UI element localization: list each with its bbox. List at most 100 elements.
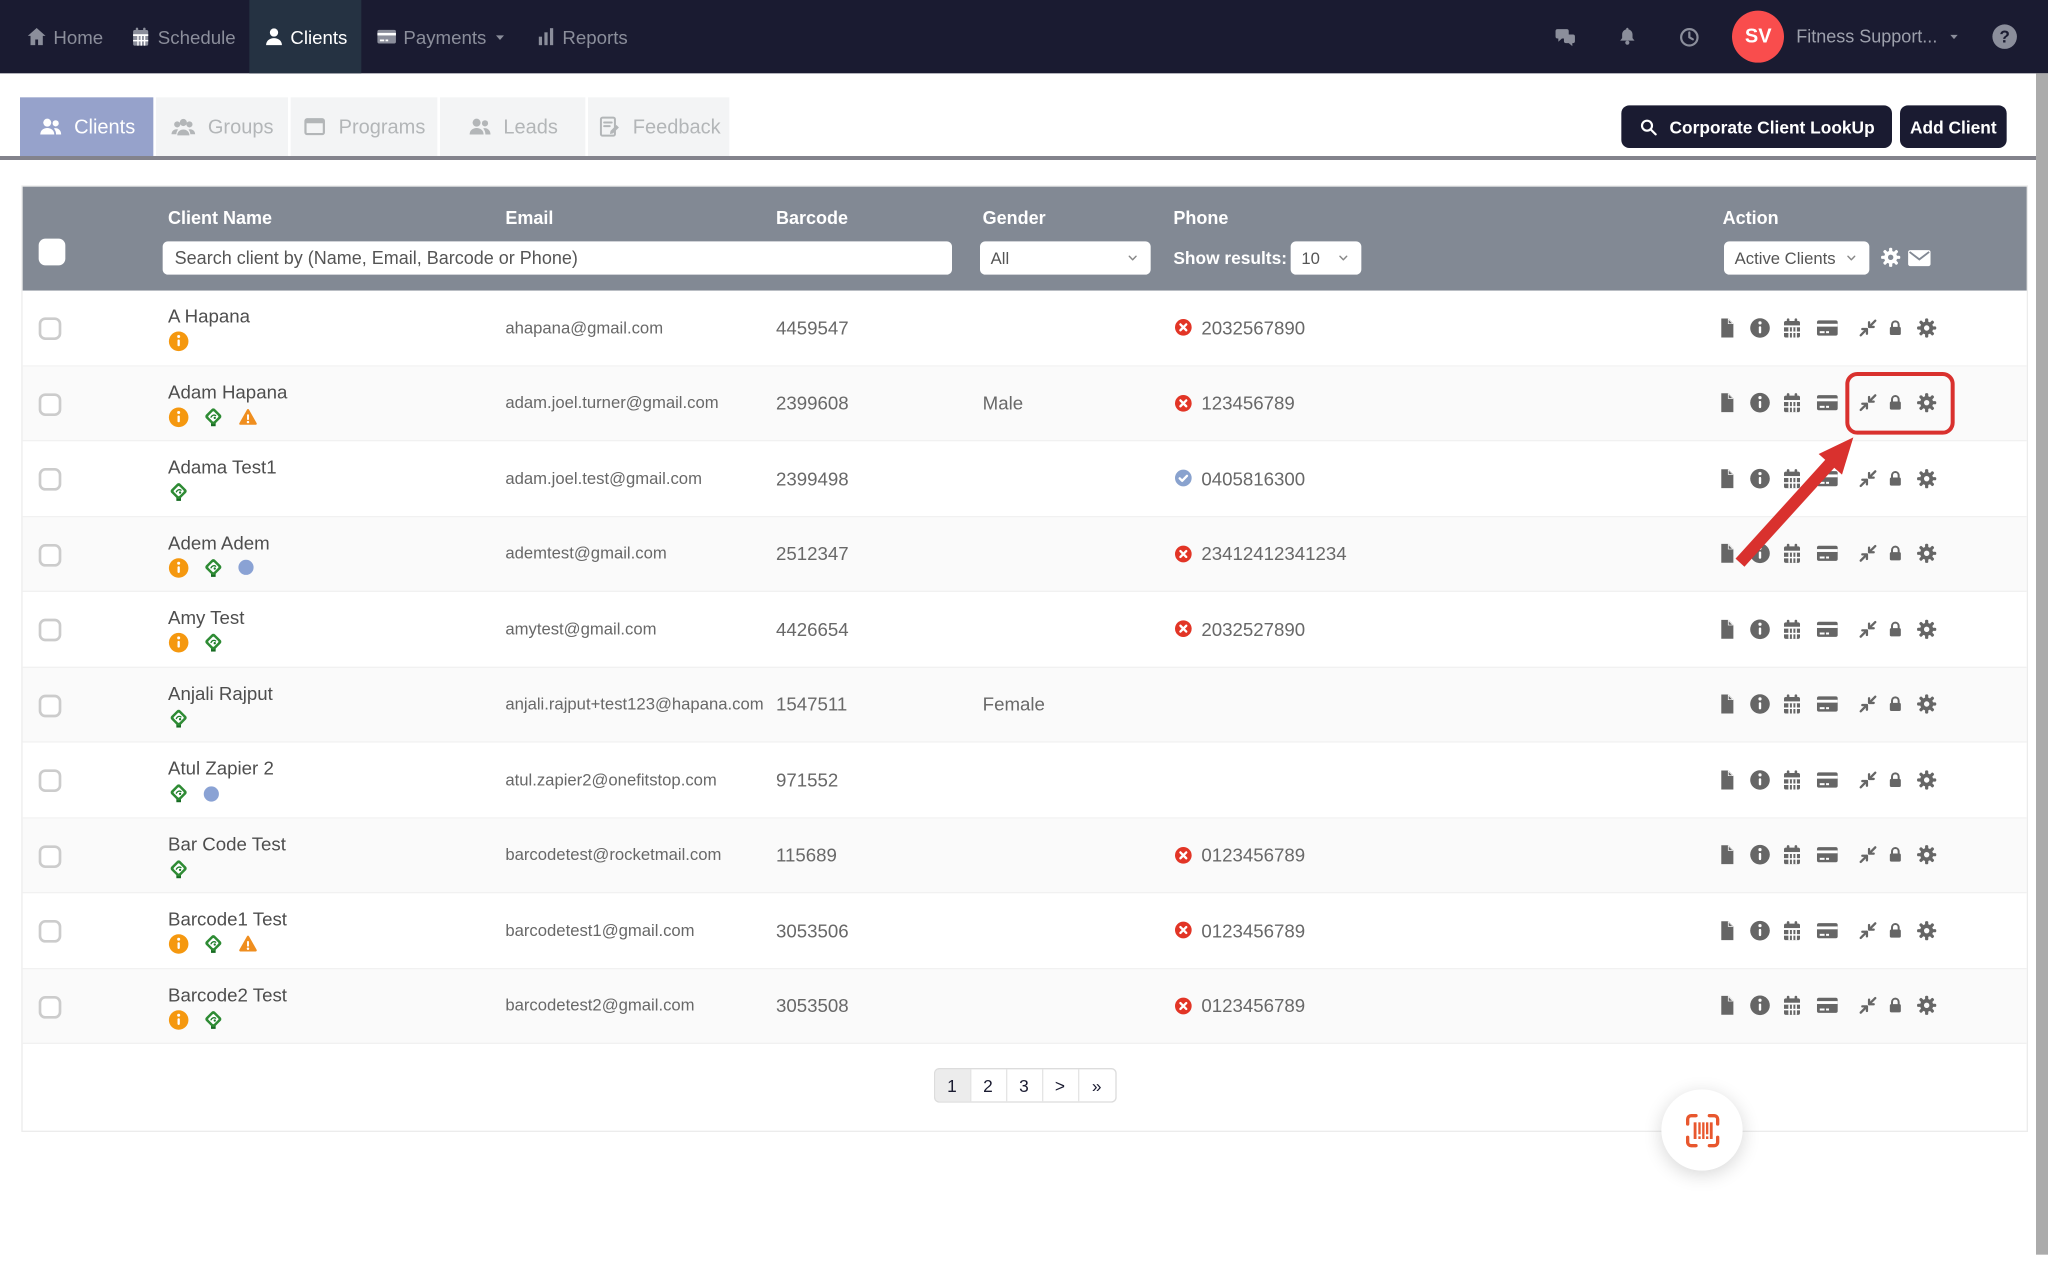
nav-item-clients[interactable]: Clients (249, 0, 361, 73)
clock-icon[interactable] (1678, 25, 1702, 49)
compress-icon[interactable] (1857, 995, 1878, 1016)
row-checkbox[interactable] (39, 694, 62, 717)
lock-icon[interactable] (1885, 919, 1905, 942)
info-icon[interactable] (1748, 391, 1772, 415)
nav-item-payments[interactable]: Payments (361, 0, 521, 73)
calendar-icon[interactable] (1780, 692, 1804, 716)
client-name[interactable]: Barcode2 Test (168, 983, 287, 1004)
compress-icon[interactable] (1857, 844, 1878, 865)
file-icon[interactable] (1716, 390, 1739, 415)
info-icon[interactable] (1748, 994, 1772, 1018)
file-icon[interactable] (1716, 541, 1739, 566)
row-checkbox[interactable] (39, 920, 62, 943)
nav-item-schedule[interactable]: Schedule (116, 0, 249, 73)
envelope-icon[interactable] (1905, 244, 1933, 272)
info-icon[interactable] (1748, 768, 1772, 792)
compress-icon[interactable] (1857, 543, 1878, 564)
calendar-icon[interactable] (1780, 994, 1804, 1018)
calendar-icon[interactable] (1780, 466, 1804, 490)
row-checkbox[interactable] (39, 845, 62, 868)
credit-card-icon[interactable] (1813, 842, 1841, 867)
file-icon[interactable] (1716, 616, 1739, 641)
compress-icon[interactable] (1857, 769, 1878, 790)
credit-card-icon[interactable] (1813, 767, 1841, 792)
lock-icon[interactable] (1885, 768, 1905, 791)
lock-icon[interactable] (1885, 844, 1905, 867)
client-name[interactable]: Adama Test1 (168, 456, 277, 477)
gear-icon[interactable] (1915, 768, 1939, 792)
nav-item-reports[interactable]: Reports (521, 0, 641, 73)
credit-card-icon[interactable] (1813, 993, 1841, 1018)
info-icon[interactable] (1748, 617, 1772, 641)
gear-icon[interactable] (1915, 316, 1939, 340)
gear-icon[interactable] (1915, 466, 1939, 490)
credit-card-icon[interactable] (1813, 466, 1841, 491)
client-name[interactable]: Adem Adem (168, 531, 270, 552)
tab-programs[interactable]: Programs (291, 97, 438, 156)
file-icon[interactable] (1716, 767, 1739, 792)
nav-item-home[interactable]: Home (12, 0, 116, 73)
gear-icon[interactable] (1915, 542, 1939, 566)
lock-icon[interactable] (1885, 316, 1905, 339)
user-name[interactable]: Fitness Support... (1796, 27, 1937, 47)
calendar-icon[interactable] (1780, 768, 1804, 792)
row-checkbox[interactable] (39, 769, 62, 792)
compress-icon[interactable] (1857, 317, 1878, 338)
compress-icon[interactable] (1857, 468, 1878, 489)
calendar-icon[interactable] (1780, 843, 1804, 867)
gender-filter-select[interactable]: All (980, 241, 1151, 274)
credit-card-icon[interactable] (1813, 390, 1841, 415)
caret-down-icon[interactable] (1947, 29, 1962, 44)
lock-icon[interactable] (1885, 994, 1905, 1017)
bell-icon[interactable] (1616, 25, 1639, 48)
client-name[interactable]: Barcode1 Test (168, 908, 287, 929)
gear-icon[interactable] (1915, 994, 1939, 1018)
row-checkbox[interactable] (39, 995, 62, 1018)
lock-icon[interactable] (1885, 542, 1905, 565)
client-name[interactable]: Anjali Rajput (168, 682, 273, 703)
info-icon[interactable] (1748, 918, 1772, 942)
page-1-button[interactable]: 1 (935, 1069, 971, 1101)
barcode-scan-fab[interactable] (1661, 1089, 1742, 1170)
tab-leads[interactable]: Leads (440, 97, 585, 156)
file-icon[interactable] (1716, 918, 1739, 943)
row-checkbox[interactable] (39, 317, 62, 340)
lock-icon[interactable] (1885, 467, 1905, 490)
gear-icon[interactable] (1915, 918, 1939, 942)
avatar[interactable]: SV (1732, 11, 1784, 63)
compress-icon[interactable] (1857, 694, 1878, 715)
calendar-icon[interactable] (1780, 391, 1804, 415)
client-name[interactable]: Atul Zapier 2 (168, 757, 274, 778)
file-icon[interactable] (1716, 466, 1739, 491)
add-client-button[interactable]: Add Client (1900, 105, 2007, 148)
corporate-client-lookup-button[interactable]: Corporate Client LookUp (1622, 105, 1892, 148)
compress-icon[interactable] (1857, 920, 1878, 941)
row-checkbox[interactable] (39, 468, 62, 491)
page-3-button[interactable]: 3 (1007, 1069, 1043, 1101)
info-icon[interactable] (1748, 843, 1772, 867)
client-name[interactable]: A Hapana (168, 305, 250, 326)
gear-icon[interactable] (1915, 692, 1939, 716)
tab-groups[interactable]: Groups (156, 97, 288, 156)
lock-icon[interactable] (1885, 693, 1905, 716)
select-all-checkbox[interactable] (39, 239, 66, 266)
row-checkbox[interactable] (39, 393, 62, 416)
credit-card-icon[interactable] (1813, 918, 1841, 943)
gear-icon[interactable] (1915, 843, 1939, 867)
row-checkbox[interactable] (39, 619, 62, 642)
client-name[interactable]: Bar Code Test (168, 833, 286, 854)
info-icon[interactable] (1748, 692, 1772, 716)
show-results-select[interactable]: 10 (1291, 241, 1362, 274)
credit-card-icon[interactable] (1813, 616, 1841, 641)
file-icon[interactable] (1716, 993, 1739, 1018)
calendar-icon[interactable] (1780, 316, 1804, 340)
credit-card-icon[interactable] (1813, 541, 1841, 566)
tab-clients[interactable]: Clients (20, 97, 153, 156)
credit-card-icon[interactable] (1813, 692, 1841, 717)
tab-feedback[interactable]: Feedback (588, 97, 729, 156)
chat-icon[interactable] (1554, 25, 1578, 49)
client-status-filter-select[interactable]: Active Clients (1724, 241, 1869, 274)
page-2-button[interactable]: 2 (971, 1069, 1007, 1101)
info-icon[interactable] (1748, 466, 1772, 490)
page-next-button[interactable]: > (1043, 1069, 1079, 1101)
